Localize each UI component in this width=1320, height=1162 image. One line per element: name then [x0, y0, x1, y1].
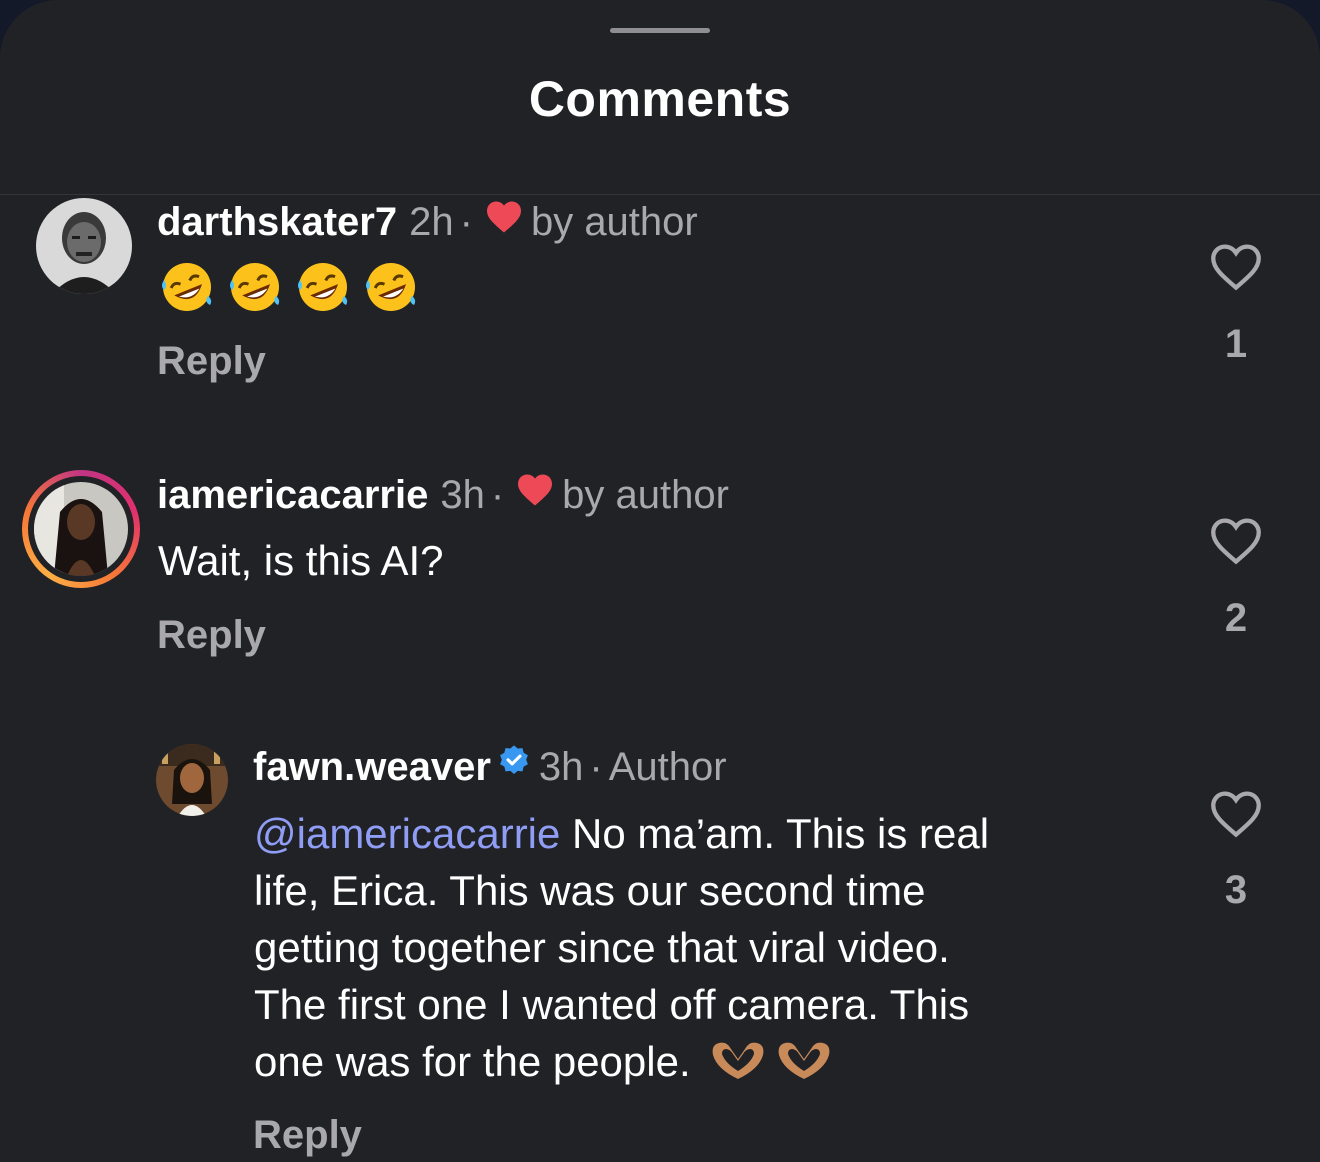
- comment-time: 3h: [538, 745, 584, 789]
- comment-time: 2h: [409, 200, 454, 244]
- comment-line: The first one I wanted off camera. This: [254, 981, 970, 1028]
- heart-filled-icon: [485, 199, 523, 244]
- avatar-fawn-weaver[interactable]: [156, 744, 228, 816]
- sheet-title: Comments: [528, 71, 792, 127]
- comment-line: life, Erica. This was our second time: [254, 867, 926, 914]
- comment-time: 3h: [440, 473, 485, 517]
- reply-button[interactable]: Reply: [157, 613, 266, 658]
- heart-outline-icon[interactable]: [1210, 517, 1262, 570]
- comment-meta-iamericacarrie: iamericacarrie 3h · by author: [157, 473, 729, 520]
- avatar-darthskater7[interactable]: [36, 198, 132, 294]
- separator-dot: ·: [589, 745, 603, 789]
- liked-by-author-label: by author: [562, 473, 729, 517]
- rolling-on-floor-laughing-emoji: [230, 263, 280, 311]
- comment-line: No ma’am. This is real: [560, 810, 990, 857]
- like-count: 2: [1224, 596, 1248, 640]
- reply-button[interactable]: Reply: [253, 1113, 362, 1158]
- comment-emoji-row: [160, 260, 418, 314]
- heart-outline-icon[interactable]: [1210, 790, 1262, 843]
- heart-outline-icon[interactable]: [1210, 243, 1262, 296]
- rolling-on-floor-laughing-emoji: [298, 263, 348, 311]
- sheet-grabber-handle[interactable]: [610, 28, 710, 33]
- comment-line: getting together since that viral video.: [254, 924, 950, 971]
- story-ring[interactable]: [22, 470, 140, 588]
- rolling-on-floor-laughing-emoji: [366, 263, 416, 311]
- liked-by-author-label: by author: [530, 200, 698, 244]
- separator-dot: ·: [459, 200, 473, 244]
- avatar-iamericacarrie[interactable]: [34, 482, 128, 576]
- author-label: Author: [608, 745, 727, 789]
- comment-line: one was for the people.: [254, 1038, 691, 1085]
- header-divider: [0, 194, 1320, 195]
- rolling-on-floor-laughing-emoji: [162, 263, 212, 311]
- comment-meta-fawn-weaver: fawn.weaver 3h · Author: [253, 745, 727, 792]
- username[interactable]: fawn.weaver: [253, 745, 491, 789]
- comment-meta-darthskater7: darthskater7 2h · by author: [157, 200, 698, 247]
- heart-hands-emoji: [778, 1042, 830, 1079]
- mention-link[interactable]: @iamericacarrie: [254, 810, 560, 857]
- like-count: 3: [1224, 868, 1248, 912]
- comment-text: Wait, is this AI?: [158, 537, 444, 584]
- username[interactable]: iamericacarrie: [157, 473, 428, 517]
- heart-filled-icon: [516, 472, 554, 517]
- separator-dot: ·: [490, 473, 505, 517]
- comments-sheet: Comments darthskater7 2h · by author Rep…: [0, 0, 1320, 1162]
- verified-badge-icon: [497, 743, 531, 788]
- username[interactable]: darthskater7: [157, 200, 397, 244]
- comment-text: @iamericacarrie No ma’am. This is real l…: [254, 805, 989, 1090]
- like-count: 1: [1224, 322, 1248, 366]
- heart-hands-emoji: [712, 1042, 764, 1079]
- reply-button[interactable]: Reply: [157, 339, 266, 384]
